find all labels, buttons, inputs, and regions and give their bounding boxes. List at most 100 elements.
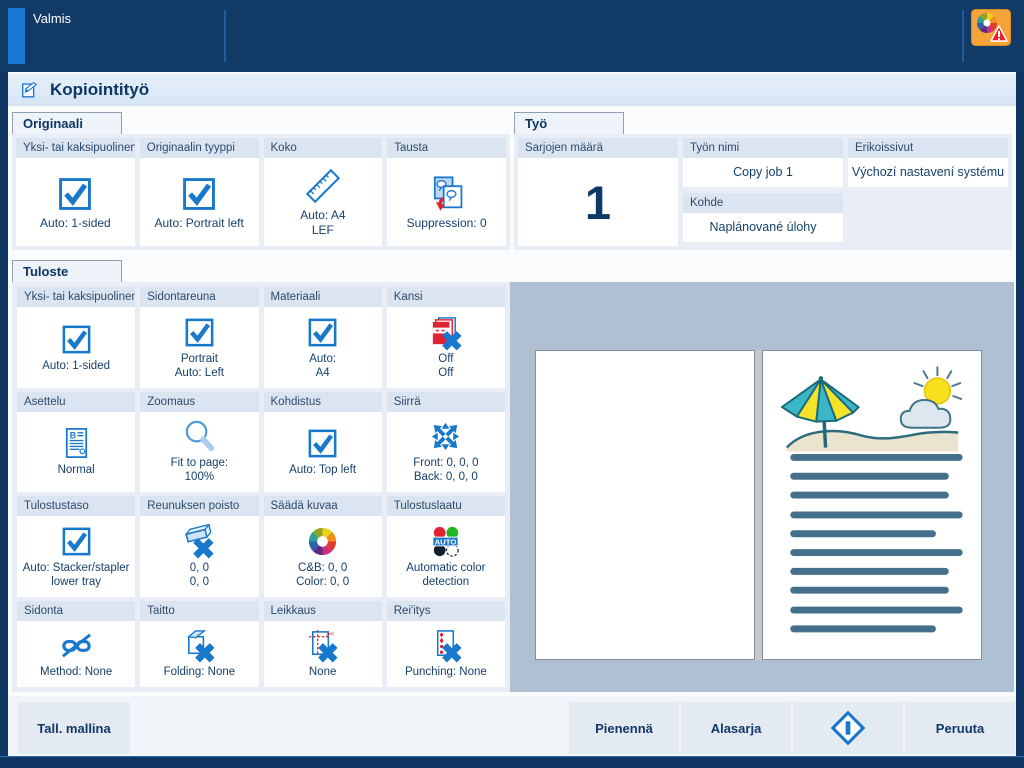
destination-label: Kohde — [683, 193, 843, 213]
checkbox-icon — [305, 426, 340, 461]
card-body: Portrait Auto: Left — [140, 307, 258, 388]
card-body: Punching: None — [387, 621, 505, 688]
card-body: AUTO Automatic color detection — [387, 516, 505, 597]
svg-text:AUTO: AUTO — [435, 537, 457, 546]
start-button[interactable] — [793, 702, 903, 754]
setting-card-sidontareuna[interactable]: SidontareunaPortrait Auto: Left — [140, 287, 258, 388]
magnifier-icon — [182, 419, 217, 454]
setting-card-materiaali[interactable]: Materiaali Auto: A4 — [264, 287, 382, 388]
set-count-card: Sarjojen määrä 1 — [518, 138, 678, 246]
card-value: Auto: Top left — [289, 463, 356, 477]
svg-text:B: B — [69, 431, 75, 441]
setting-card-rei-itys[interactable]: Rei'itysPunching: None — [387, 601, 505, 688]
text-lines — [794, 457, 959, 628]
card-label: Zoomaus — [140, 392, 258, 412]
move-arrows-icon — [428, 419, 463, 454]
card-label: Taitto — [140, 601, 258, 621]
card-body: Method: None — [17, 621, 135, 688]
destination-field[interactable]: Naplánované úlohy — [683, 213, 843, 242]
card-value: Auto: 1-sided — [40, 216, 111, 231]
card-body: Auto: A4 — [264, 307, 382, 388]
card-label: Asettelu — [17, 392, 135, 412]
window-title-bar: Kopiointityö — [8, 74, 1016, 106]
footer-bar: Tall. mallina Pienennä Alasarja Peruuta — [8, 696, 1016, 756]
setting-card-asettelu[interactable]: Asettelu B Normal — [17, 392, 135, 493]
card-value: Auto: A4 — [309, 352, 336, 380]
color-warning-icon[interactable] — [971, 9, 1011, 46]
setting-card-taitto[interactable]: TaittoFolding: None — [140, 601, 258, 688]
color-wheel-icon — [305, 524, 340, 559]
card-value: C&B: 0, 0 Color: 0, 0 — [296, 561, 349, 589]
setting-card-sidonta[interactable]: SidontaMethod: None — [17, 601, 135, 688]
binding-off-icon — [59, 628, 94, 663]
preview-panel — [510, 282, 1014, 692]
setting-card-leikkaus[interactable]: Leikkaus✄None — [264, 601, 382, 688]
setting-card-siirrä[interactable]: SiirräFront: 0, 0, 0 Back: 0, 0, 0 — [387, 392, 505, 493]
setting-card-kohdistus[interactable]: KohdistusAuto: Top left — [264, 392, 382, 493]
eraser-off-icon — [182, 524, 217, 559]
setting-card-koko[interactable]: Koko Auto: A4 LEF — [264, 138, 383, 246]
output-section: Tuloste Yksi- tai kaksipuolinenAuto: 1-s… — [12, 260, 510, 692]
set-count-value[interactable]: 1 — [518, 158, 678, 246]
special-pages-label: Erikoissivut — [848, 138, 1008, 158]
tab-tyo[interactable]: Työ — [514, 112, 624, 134]
setting-card-tausta[interactable]: TaustaSuppression: 0 — [387, 138, 506, 246]
setting-card-originaalin-tyyppi[interactable]: Originaalin tyyppiAuto: Portrait left — [140, 138, 259, 246]
original-cards: Yksi- tai kaksipuolinen Auto: 1-sided Orig… — [12, 134, 510, 250]
setting-card-yksi-tai-kaksipuolinen[interactable]: Yksi- tai kaksipuolinen Auto: 1-sided — [16, 138, 135, 246]
save-template-button[interactable]: Tall. mallina — [18, 702, 130, 754]
subset-button[interactable]: Alasarja — [681, 702, 791, 754]
checkbox-icon — [179, 174, 219, 214]
setting-card-säädä-kuvaa[interactable]: Säädä kuvaaC&B: 0, 0 Color: 0, 0 — [264, 496, 382, 597]
card-label: Koko — [264, 138, 383, 158]
card-body: Auto: Stacker/stapler lower tray — [17, 516, 135, 597]
card-label: Materiaali — [264, 287, 382, 307]
machine-status-label: Valmis — [33, 11, 71, 26]
setting-card-zoomaus[interactable]: Zoomaus Fit to page: 100% — [140, 392, 258, 493]
card-body: Fit to page: 100% — [140, 412, 258, 493]
card-label: Yksi- tai kaksipuolinen — [16, 138, 135, 158]
setting-card-tulostustaso[interactable]: TulostustasoAuto: Stacker/stapler lower … — [17, 496, 135, 597]
card-body: Auto: 1-sided — [17, 307, 135, 388]
card-body: ✄None — [264, 621, 382, 688]
card-value: Auto: A4 LEF — [300, 208, 345, 237]
job-name-label: Työn nimi — [683, 138, 843, 158]
preview-spine — [755, 350, 762, 660]
card-body: B Normal — [17, 412, 135, 493]
card-body: Auto: Portrait left — [140, 158, 259, 246]
card-body: 0, 0 0, 0 — [140, 516, 258, 597]
card-value: Fit to page: 100% — [171, 456, 229, 484]
card-value: Method: None — [40, 665, 112, 679]
auto-color-icon: AUTO — [428, 524, 463, 559]
card-value: Portrait Auto: Left — [175, 352, 224, 380]
card-body: Folding: None — [140, 621, 258, 688]
topbar-divider — [224, 10, 226, 62]
setting-card-kansi[interactable]: KansiOff Off — [387, 287, 505, 388]
background-suppression-icon — [427, 174, 467, 214]
card-label: Rei'itys — [387, 601, 505, 621]
setting-card-tulostuslaatu[interactable]: TulostuslaatuAUTOAutomatic color detecti… — [387, 496, 505, 597]
card-value: Normal — [58, 463, 95, 477]
bottom-edge — [0, 756, 1024, 768]
output-cards: Yksi- tai kaksipuolinenAuto: 1-sidedSido… — [12, 282, 510, 692]
tab-originaali[interactable]: Originaali — [12, 112, 122, 134]
card-body: Suppression: 0 — [387, 158, 506, 246]
job-name-field[interactable]: Copy job 1 — [683, 158, 843, 187]
job-section: Työ Sarjojen määrä 1 Työn nimi Copy job … — [514, 112, 1012, 250]
minimize-button[interactable]: Pienennä — [569, 702, 679, 754]
tab-tuloste[interactable]: Tuloste — [12, 260, 122, 282]
card-value: Automatic color detection — [406, 561, 485, 589]
page-title: Kopiointityö — [50, 80, 149, 100]
preview-beach-illustration — [763, 351, 981, 659]
card-label: Originaalin tyyppi — [140, 138, 259, 158]
start-diamond-icon — [829, 709, 867, 747]
set-count-label: Sarjojen määrä — [518, 138, 678, 158]
top-status-bar: Valmis — [0, 0, 1024, 72]
special-pages-field[interactable]: Výchozí nastavení systému — [848, 158, 1008, 187]
cancel-button[interactable]: Peruuta — [905, 702, 1015, 754]
setting-card-yksi-tai-kaksipuolinen[interactable]: Yksi- tai kaksipuolinenAuto: 1-sided — [17, 287, 135, 388]
layout-icon: B — [59, 426, 94, 461]
setting-card-reunuksen-poisto[interactable]: Reunuksen poisto0, 0 0, 0 — [140, 496, 258, 597]
cloud-icon — [901, 400, 951, 428]
original-section: Originaali Yksi- tai kaksipuolinenAuto: … — [12, 112, 510, 250]
